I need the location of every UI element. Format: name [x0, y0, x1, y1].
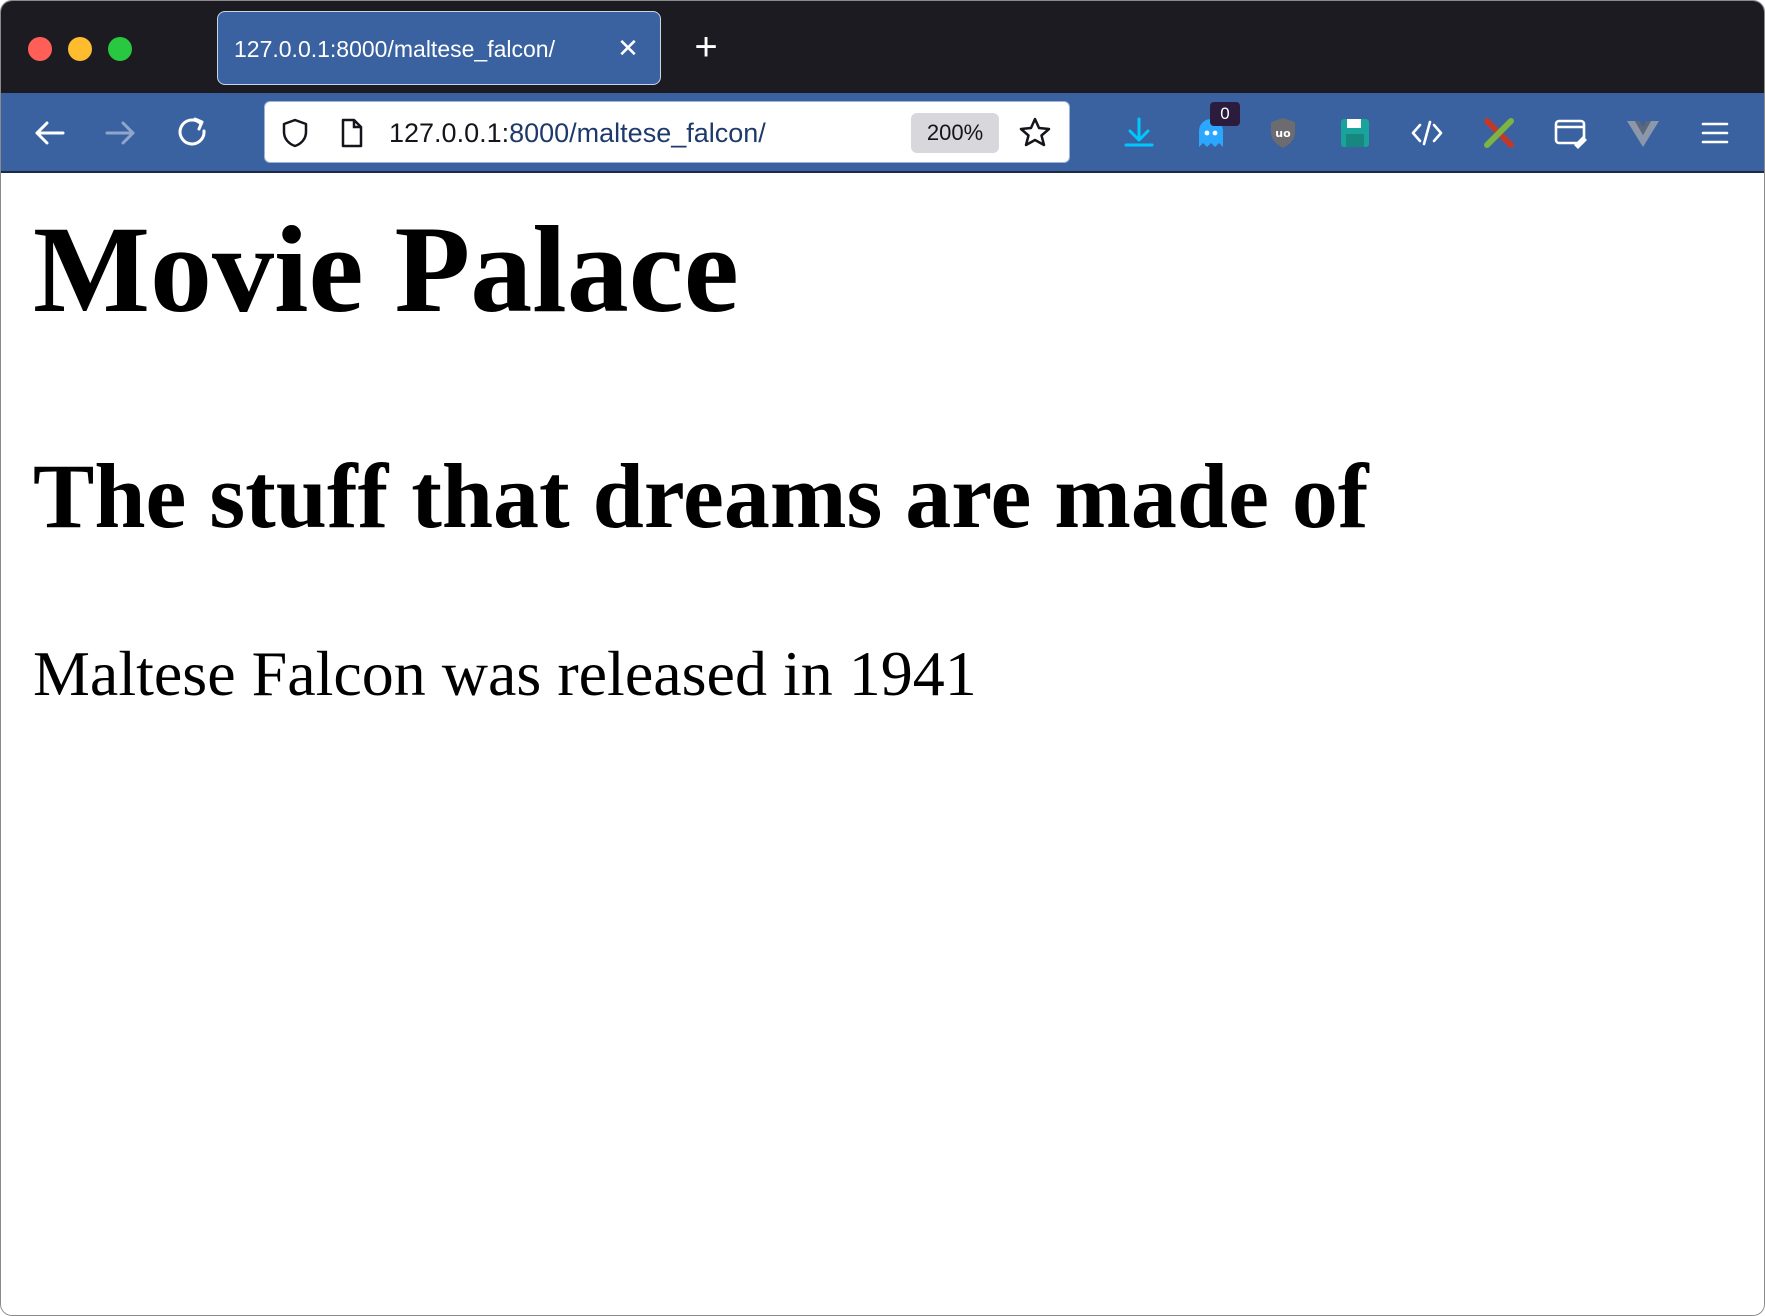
pencil-icon[interactable] — [1477, 111, 1521, 155]
menu-icon[interactable] — [1693, 111, 1737, 155]
reload-icon[interactable] — [171, 111, 215, 155]
release-paragraph: Maltese Falcon was released in 1941 — [33, 638, 977, 709]
page-subheading: The stuff that dreams are made of — [33, 445, 1369, 547]
nav-toolbar: 127.0.0.1:8000/maltese_falcon/ 200% 0 uo — [1, 93, 1764, 173]
new-tab-button[interactable]: + — [688, 27, 724, 67]
url-path: 8000/maltese_falcon/ — [509, 118, 766, 148]
extension-badge: 0 — [1210, 102, 1240, 126]
maximize-window-button[interactable] — [108, 37, 132, 61]
close-tab-icon[interactable]: ✕ — [614, 34, 642, 62]
vue-icon[interactable] — [1621, 111, 1665, 155]
code-icon[interactable] — [1405, 111, 1449, 155]
tab-strip: 127.0.0.1:8000/maltese_falcon/ ✕ + — [1, 1, 1764, 93]
url-bar[interactable]: 127.0.0.1:8000/maltese_falcon/ 200% — [264, 101, 1070, 163]
page-icon[interactable] — [335, 117, 367, 149]
window-edit-icon[interactable] — [1549, 111, 1593, 155]
url-host: 127.0.0.1: — [389, 118, 510, 148]
url-text[interactable]: 127.0.0.1:8000/maltese_falcon/ — [389, 118, 766, 149]
star-icon[interactable] — [1017, 115, 1053, 151]
download-icon[interactable] — [1117, 111, 1161, 155]
svg-text:uo: uo — [1275, 127, 1291, 140]
back-icon[interactable] — [27, 111, 71, 155]
close-window-button[interactable] — [28, 37, 52, 61]
ublock-icon[interactable]: uo — [1261, 111, 1305, 155]
forward-icon[interactable] — [99, 111, 143, 155]
zoom-level-button[interactable]: 200% — [911, 113, 999, 153]
tab-title: 127.0.0.1:8000/maltese_falcon/ — [234, 36, 555, 62]
browser-window: 127.0.0.1:8000/maltese_falcon/ ✕ + 127.0… — [0, 0, 1765, 1316]
page-heading: Movie Palace — [33, 201, 739, 338]
shield-icon[interactable] — [279, 117, 311, 149]
page-content: Movie Palace The stuff that dreams are m… — [1, 175, 1764, 1315]
tab-active[interactable]: 127.0.0.1:8000/maltese_falcon/ ✕ — [217, 11, 661, 85]
minimize-window-button[interactable] — [68, 37, 92, 61]
save-icon[interactable] — [1333, 111, 1377, 155]
